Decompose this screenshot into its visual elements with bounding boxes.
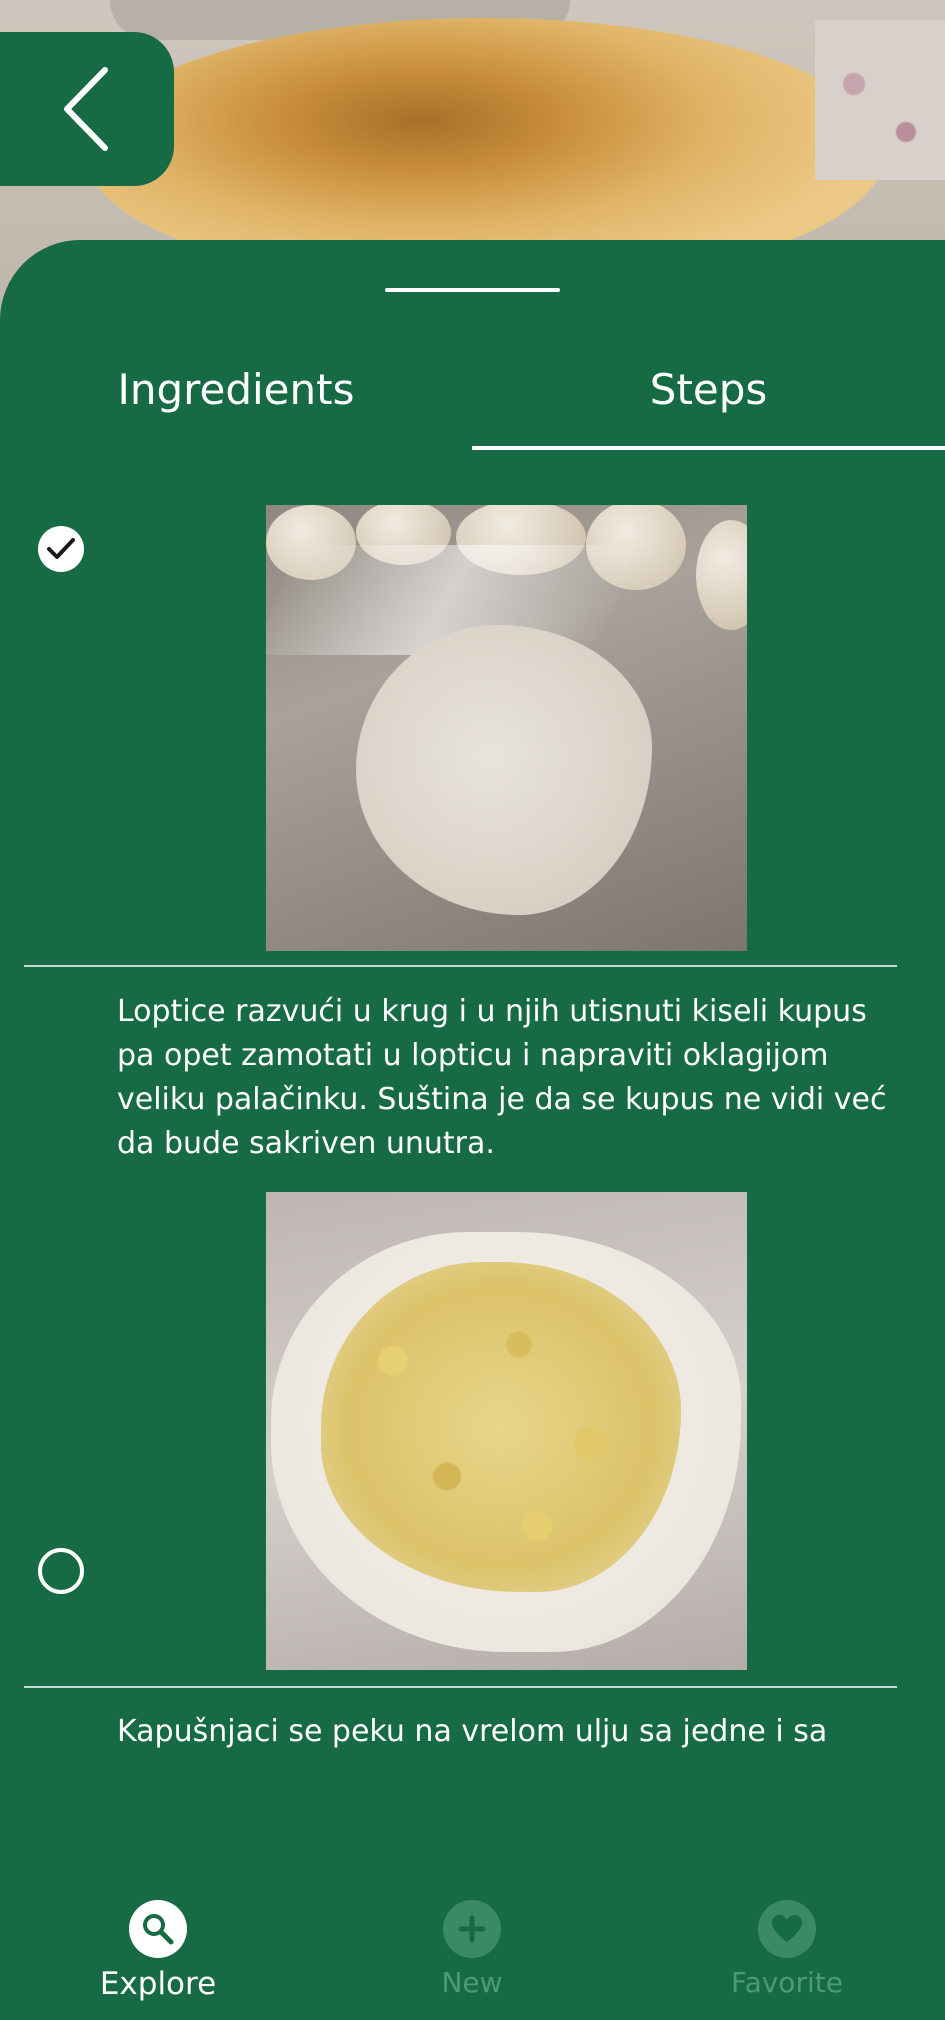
bottom-navigation: Explore New Favorite	[0, 1870, 945, 2020]
nav-explore-label: Explore	[99, 1966, 217, 2002]
nav-new[interactable]: New	[372, 1900, 572, 1999]
back-button[interactable]	[0, 32, 174, 186]
tab-steps-label: Steps	[649, 365, 768, 414]
check-icon	[47, 538, 75, 559]
dough-ball	[696, 520, 747, 630]
nav-favorite[interactable]: Favorite	[687, 1900, 887, 1999]
drag-handle[interactable]	[385, 288, 560, 292]
nav-favorite-label: Favorite	[731, 1966, 843, 1999]
tab-ingredients[interactable]: Ingredients	[0, 360, 472, 450]
nav-new-label: New	[441, 1966, 503, 1999]
step-photo	[266, 505, 747, 951]
tab-steps[interactable]: Steps	[472, 360, 945, 450]
rolled-dough	[356, 625, 652, 915]
sauerkraut-filling	[321, 1262, 681, 1592]
active-tab-indicator	[472, 446, 945, 450]
plus-icon	[443, 1900, 501, 1958]
heart-icon	[758, 1900, 816, 1958]
step-checkbox-done[interactable]	[38, 526, 84, 572]
step-checkbox-todo[interactable]	[38, 1548, 84, 1594]
hero-tablecloth	[815, 20, 945, 180]
search-icon	[129, 1900, 187, 1958]
step-divider	[24, 965, 897, 967]
recipe-detail-sheet: Ingredients Steps Loptice razvući u krug…	[0, 240, 945, 2020]
nav-explore[interactable]: Explore	[58, 1900, 258, 2002]
chevron-left-icon	[64, 67, 108, 151]
recipe-tabs: Ingredients Steps	[0, 360, 945, 450]
step-divider	[24, 1686, 897, 1688]
step-photo	[266, 1192, 747, 1670]
step-text: Kapušnjaci se peku na vrelom ulju sa jed…	[117, 1714, 828, 1749]
step-text: Loptice razvući u krug i u njih utisnuti…	[117, 994, 887, 1161]
